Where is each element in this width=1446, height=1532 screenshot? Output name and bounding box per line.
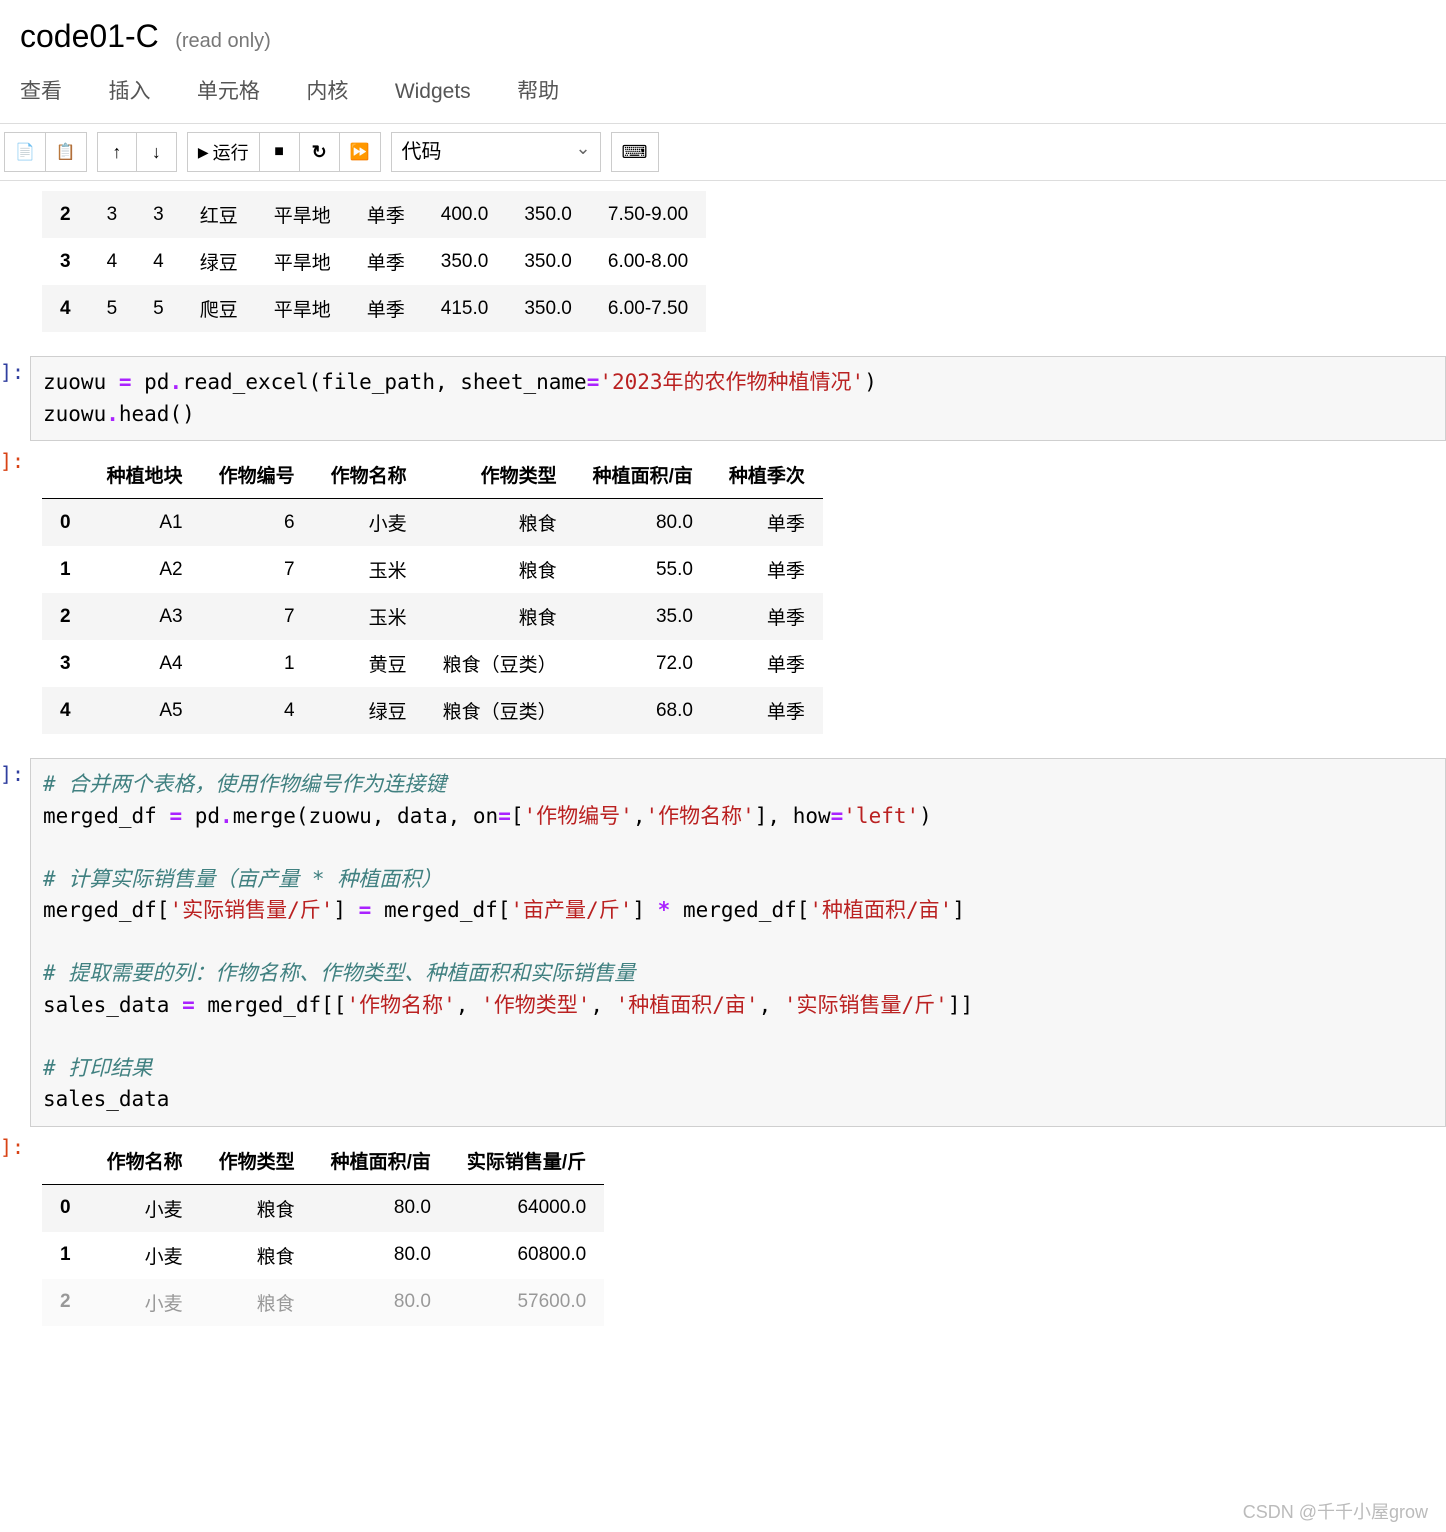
- toolbar: 运行 代码: [0, 124, 1446, 181]
- restart-button[interactable]: [300, 132, 340, 172]
- menu-cell[interactable]: 单元格: [197, 67, 260, 113]
- menu-insert[interactable]: 插入: [108, 67, 150, 113]
- interrupt-button[interactable]: [260, 132, 300, 172]
- table-row: 344绿豆平旱地单季350.0350.06.00-8.00: [42, 238, 706, 285]
- table-row: 3A41黄豆粮食（豆类）72.0单季: [42, 640, 823, 687]
- table-row: 4A54绿豆粮食（豆类）68.0单季: [42, 687, 823, 734]
- table-row: 0小麦粮食80.064000.0: [42, 1184, 604, 1232]
- table-row: 455爬豆平旱地单季415.0350.06.00-7.50: [42, 285, 706, 332]
- keyboard-button[interactable]: [611, 132, 659, 172]
- notebook-title: code01-C: [20, 18, 159, 54]
- code-cell[interactable]: # 合并两个表格，使用作物编号作为连接键 merged_df = pd.merg…: [30, 758, 1446, 1127]
- menu-widgets[interactable]: Widgets: [395, 72, 471, 112]
- output-table-1: 233红豆平旱地单季400.0350.07.50-9.00 344绿豆平旱地单季…: [42, 191, 706, 332]
- menu-help[interactable]: 帮助: [517, 67, 559, 113]
- run-button[interactable]: 运行: [187, 132, 260, 172]
- table-row: 1小麦粮食80.060800.0: [42, 1232, 604, 1279]
- table-row: 1A27玉米粮食55.0单季: [42, 546, 823, 593]
- table-row: 0A16小麦粮食80.0单季: [42, 499, 823, 547]
- copy-button[interactable]: [4, 132, 46, 172]
- code-cell[interactable]: zuowu = pd.read_excel(file_path, sheet_n…: [30, 356, 1446, 441]
- table-row: 2小麦粮食80.057600.0: [42, 1279, 604, 1326]
- out-prompt: ]:: [0, 445, 30, 754]
- paste-button[interactable]: [46, 132, 87, 172]
- move-up-button[interactable]: [97, 132, 137, 172]
- notebook-header: code01-C (read only): [0, 0, 1446, 67]
- menu-kernel[interactable]: 内核: [306, 67, 348, 113]
- in-prompt: ]:: [0, 356, 30, 441]
- out-prompt: ]:: [0, 1131, 30, 1346]
- watermark: CSDN @千千小屋grow: [1243, 1498, 1428, 1524]
- output-table-3: 作物名称作物类型种植面积/亩实际销售量/斤 0小麦粮食80.064000.0 1…: [42, 1137, 604, 1326]
- run-all-button[interactable]: [340, 132, 381, 172]
- menu-view[interactable]: 查看: [20, 67, 62, 113]
- output-table-2: 种植地块作物编号作物名称作物类型种植面积/亩种植季次 0A16小麦粮食80.0单…: [42, 451, 823, 734]
- move-down-button[interactable]: [137, 132, 177, 172]
- menubar: 查看 插入 单元格 内核 Widgets 帮助: [0, 67, 1446, 124]
- notebook-body: 233红豆平旱地单季400.0350.07.50-9.00 344绿豆平旱地单季…: [0, 185, 1446, 1386]
- table-row: 2A37玉米粮食35.0单季: [42, 593, 823, 640]
- readonly-label: (read only): [175, 30, 271, 52]
- in-prompt: ]:: [0, 758, 30, 1127]
- celltype-select[interactable]: 代码: [391, 132, 601, 172]
- table-row: 233红豆平旱地单季400.0350.07.50-9.00: [42, 191, 706, 238]
